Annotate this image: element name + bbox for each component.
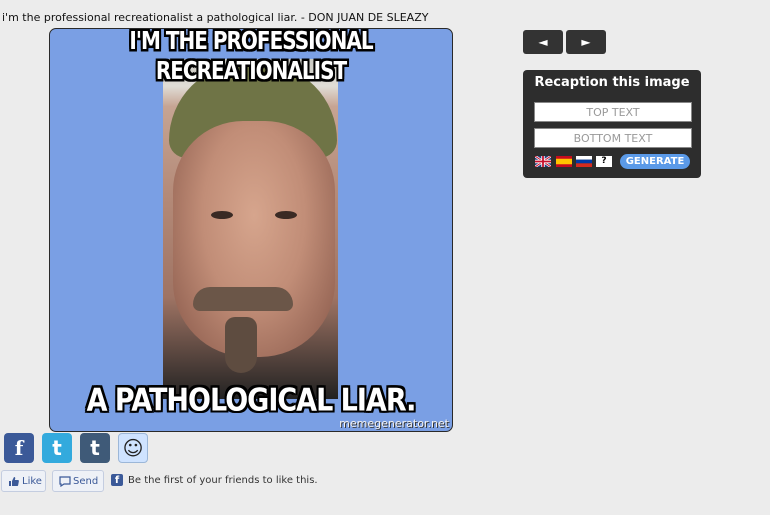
thumbs-up-icon — [9, 477, 19, 486]
recaption-panel: Recaption this image ? GENERATE — [523, 70, 701, 178]
tumblr-icon: t — [90, 436, 100, 460]
russia-flag-icon[interactable] — [576, 156, 592, 167]
goatee — [225, 317, 257, 373]
recaption-title: Recaption this image — [534, 75, 690, 90]
spain-flag-icon[interactable] — [556, 156, 572, 167]
facebook-small-icon: f — [111, 474, 123, 486]
send-icon — [59, 476, 71, 487]
facebook-social-text: Be the first of your friends to like thi… — [128, 475, 318, 486]
reddit-share-button[interactable]: ☺ — [118, 433, 148, 463]
meme-photo — [163, 59, 338, 399]
meme-image: I'M THE PROFESSIONAL RECREATIONALIST A P… — [49, 28, 453, 432]
facebook-send-button[interactable]: Send — [52, 470, 104, 492]
previous-button[interactable]: ◄ — [523, 30, 563, 54]
meme-top-text: I'M THE PROFESSIONAL RECREATIONALIST — [129, 28, 373, 85]
like-label: Like — [22, 476, 42, 487]
twitter-icon: t — [52, 436, 62, 460]
mustache — [193, 287, 293, 311]
right-eye — [275, 211, 297, 219]
reddit-icon: ☺ — [122, 436, 144, 460]
left-eye — [211, 211, 233, 219]
top-text-input[interactable] — [534, 102, 692, 122]
uk-flag-icon[interactable] — [535, 156, 551, 167]
twitter-share-button[interactable]: t — [42, 433, 72, 463]
help-icon[interactable]: ? — [596, 156, 612, 167]
bottom-text-input[interactable] — [534, 128, 692, 148]
generate-button[interactable]: GENERATE — [620, 154, 690, 169]
meme-bottom-text: A PATHOLOGICAL LIAR. — [86, 382, 417, 419]
next-arrow-icon: ► — [581, 35, 591, 49]
previous-arrow-icon: ◄ — [538, 35, 548, 49]
meme-watermark: memegenerator.net — [339, 417, 449, 430]
facebook-like-button[interactable]: Like — [1, 470, 46, 492]
send-label: Send — [73, 476, 99, 487]
facebook-icon: f — [14, 436, 24, 460]
facebook-share-button[interactable]: f — [4, 433, 34, 463]
next-button[interactable]: ► — [566, 30, 606, 54]
page-caption: i'm the professional recreationalist a p… — [2, 11, 429, 24]
tumblr-share-button[interactable]: t — [80, 433, 110, 463]
